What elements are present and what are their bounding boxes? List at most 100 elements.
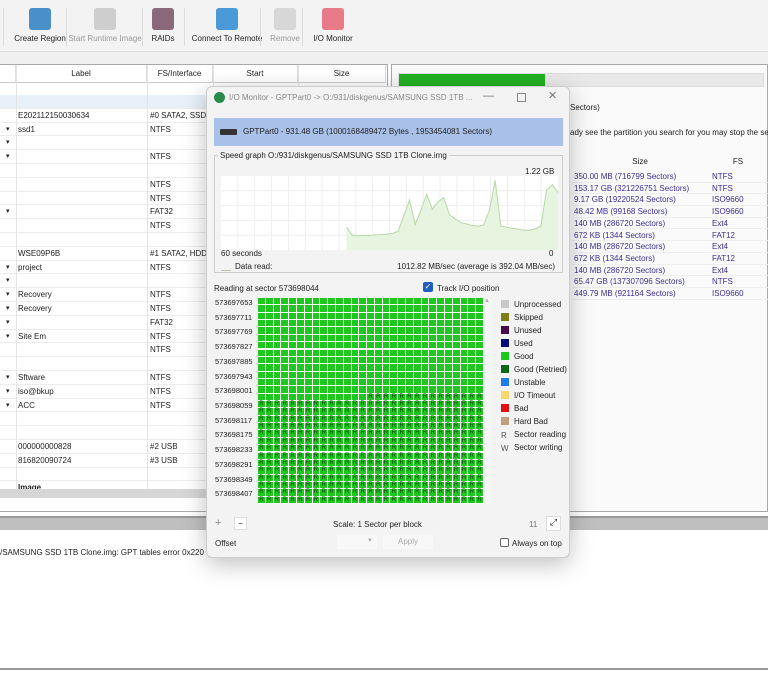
sector-block xyxy=(335,364,343,371)
sector-block xyxy=(390,305,398,312)
partition-row[interactable]: 140 MB (286720 Sectors) Ext4 xyxy=(572,218,768,230)
toolbar-io-monitor-button[interactable]: I/O Monitor xyxy=(308,8,358,43)
sector-block xyxy=(320,386,328,393)
sector-block: R xyxy=(437,474,445,481)
always-on-top-checkbox[interactable] xyxy=(500,538,509,547)
sector-block xyxy=(359,342,367,349)
col-header-start[interactable]: Start xyxy=(213,65,298,83)
sector-block: R xyxy=(421,415,429,423)
expand-arrow-icon[interactable]: ▾ xyxy=(6,385,10,398)
sector-map[interactable]: RRRRRRRRRRRRRRRRRRRRRRRRRRRRRRRRRRRRRRRR… xyxy=(258,298,484,504)
track-io-checkbox[interactable]: ✓ xyxy=(423,282,433,292)
zoom-out-button[interactable]: − xyxy=(234,517,247,530)
legend-swatch xyxy=(501,339,509,347)
sector-block xyxy=(406,327,413,334)
partition-row[interactable]: 9.17 GB (19220524 Sectors) ISO9660 xyxy=(572,194,768,207)
sector-block: R xyxy=(382,489,390,496)
partition-row[interactable]: 350.00 MB (716799 Sectors) NTFS xyxy=(572,171,768,183)
toolbar-remote-button[interactable]: Connect To Remote xyxy=(190,8,264,43)
offset-dropdown[interactable]: ▼ xyxy=(337,535,377,549)
sector-block xyxy=(437,386,445,393)
sector-block: R xyxy=(351,459,359,467)
col-header-expand[interactable] xyxy=(0,65,16,83)
legend-label: Hard Bad xyxy=(514,417,548,426)
sector-block: R xyxy=(273,430,281,437)
sector-block xyxy=(437,320,445,327)
graph-zero-label: 0 xyxy=(549,249,554,258)
partition-size: 672 KB (1344 Sectors) xyxy=(574,253,655,263)
maximize-button[interactable] xyxy=(517,93,526,102)
toolbar-remove-button[interactable]: Remove xyxy=(268,8,302,43)
sector-block xyxy=(335,298,343,305)
expand-arrow-icon[interactable]: ▾ xyxy=(6,136,10,149)
expand-arrow-icon[interactable]: ▾ xyxy=(6,274,10,287)
legend-item: I/O Timeout xyxy=(501,391,555,403)
partition-row[interactable]: 449.79 MB (921164 Sectors) ISO9660 xyxy=(572,288,768,300)
partition-row[interactable]: 672 KB (1344 Sectors) FAT12 xyxy=(572,253,768,265)
sector-block xyxy=(265,334,273,342)
sector-block: R xyxy=(390,408,398,415)
sector-block xyxy=(335,349,343,356)
apply-button[interactable]: Apply xyxy=(383,535,433,549)
partition-row[interactable]: 140 MB (286720 Sectors) Ext4 xyxy=(572,265,768,277)
sector-block xyxy=(335,334,343,342)
sector-block: R xyxy=(351,445,359,452)
expand-arrow-icon[interactable]: ▾ xyxy=(6,371,10,384)
expand-arrow-icon[interactable]: ▾ xyxy=(6,205,10,218)
zoom-in-button[interactable]: + xyxy=(215,517,221,529)
sector-block xyxy=(367,342,374,349)
sector-block: R xyxy=(476,415,483,423)
partition-fs: NTFS xyxy=(712,183,733,193)
sector-block xyxy=(265,393,273,400)
expand-arrow-icon[interactable]: ▾ xyxy=(6,399,10,412)
expand-arrow-icon[interactable]: ▾ xyxy=(6,302,10,315)
sector-block: R xyxy=(421,481,429,489)
sector-block xyxy=(343,305,351,312)
toolbar-runtime-image-button[interactable]: Start Runtime Image xyxy=(68,8,142,43)
sector-block: R xyxy=(258,452,265,459)
expand-arrow-icon[interactable]: ▾ xyxy=(6,261,10,274)
expand-arrow-icon[interactable]: ▾ xyxy=(6,288,10,301)
sector-block xyxy=(296,371,304,378)
sector-block xyxy=(335,320,343,327)
expand-arrow-icon[interactable]: ▾ xyxy=(6,316,10,329)
ratio-button[interactable]: 11 xyxy=(529,520,537,529)
partition-row[interactable]: 48.42 MB (99168 Sectors) ISO9660 xyxy=(572,206,768,218)
sector-block xyxy=(437,356,445,364)
sector-block xyxy=(335,371,343,378)
sector-block xyxy=(382,312,390,320)
sector-block xyxy=(281,371,289,378)
sector-block xyxy=(374,349,382,356)
sector-block xyxy=(398,371,406,378)
sector-block: R xyxy=(320,459,328,467)
expand-arrow-icon[interactable]: ▾ xyxy=(6,150,10,163)
partition-row[interactable]: 65.47 GB (137307096 Sectors) NTFS xyxy=(572,276,768,288)
partition-row[interactable]: 140 MB (286720 Sectors) Ext4 xyxy=(572,241,768,253)
sector-map-scrollbar[interactable]: ▲ xyxy=(483,298,491,504)
partition-row[interactable]: 153.17 GB (321226751 Sectors) NTFS xyxy=(572,183,768,195)
toolbar-raid-button[interactable]: RAIDs xyxy=(146,8,180,43)
col-header-fs[interactable]: FS/Interface xyxy=(147,65,213,83)
toolbar-create-region-button[interactable]: Create Region xyxy=(12,8,68,43)
expand-icon[interactable]: ⤢ xyxy=(546,516,561,531)
col-header-fs[interactable]: FS xyxy=(710,157,766,166)
col-header-size[interactable]: Size xyxy=(298,65,386,83)
sector-block: R xyxy=(304,496,312,503)
sector-block: R xyxy=(429,452,437,459)
data-point xyxy=(386,233,388,235)
sector-block xyxy=(406,349,413,356)
sector-block: R xyxy=(328,415,335,423)
sector-block: R xyxy=(452,430,460,437)
col-header-size[interactable]: Size xyxy=(570,157,710,166)
sector-block xyxy=(406,334,413,342)
expand-arrow-icon[interactable]: ▾ xyxy=(6,330,10,343)
partition-row[interactable]: 672 KB (1344 Sectors) FAT12 xyxy=(572,230,768,242)
sector-block: R xyxy=(258,467,265,474)
sector-block xyxy=(258,334,265,342)
minimize-button[interactable]: — xyxy=(483,90,494,102)
sector-block: R xyxy=(320,489,328,496)
sector-block xyxy=(460,320,468,327)
col-header-label[interactable]: Label xyxy=(16,65,147,83)
close-button[interactable]: ✕ xyxy=(548,89,557,102)
expand-arrow-icon[interactable]: ▾ xyxy=(6,123,10,136)
